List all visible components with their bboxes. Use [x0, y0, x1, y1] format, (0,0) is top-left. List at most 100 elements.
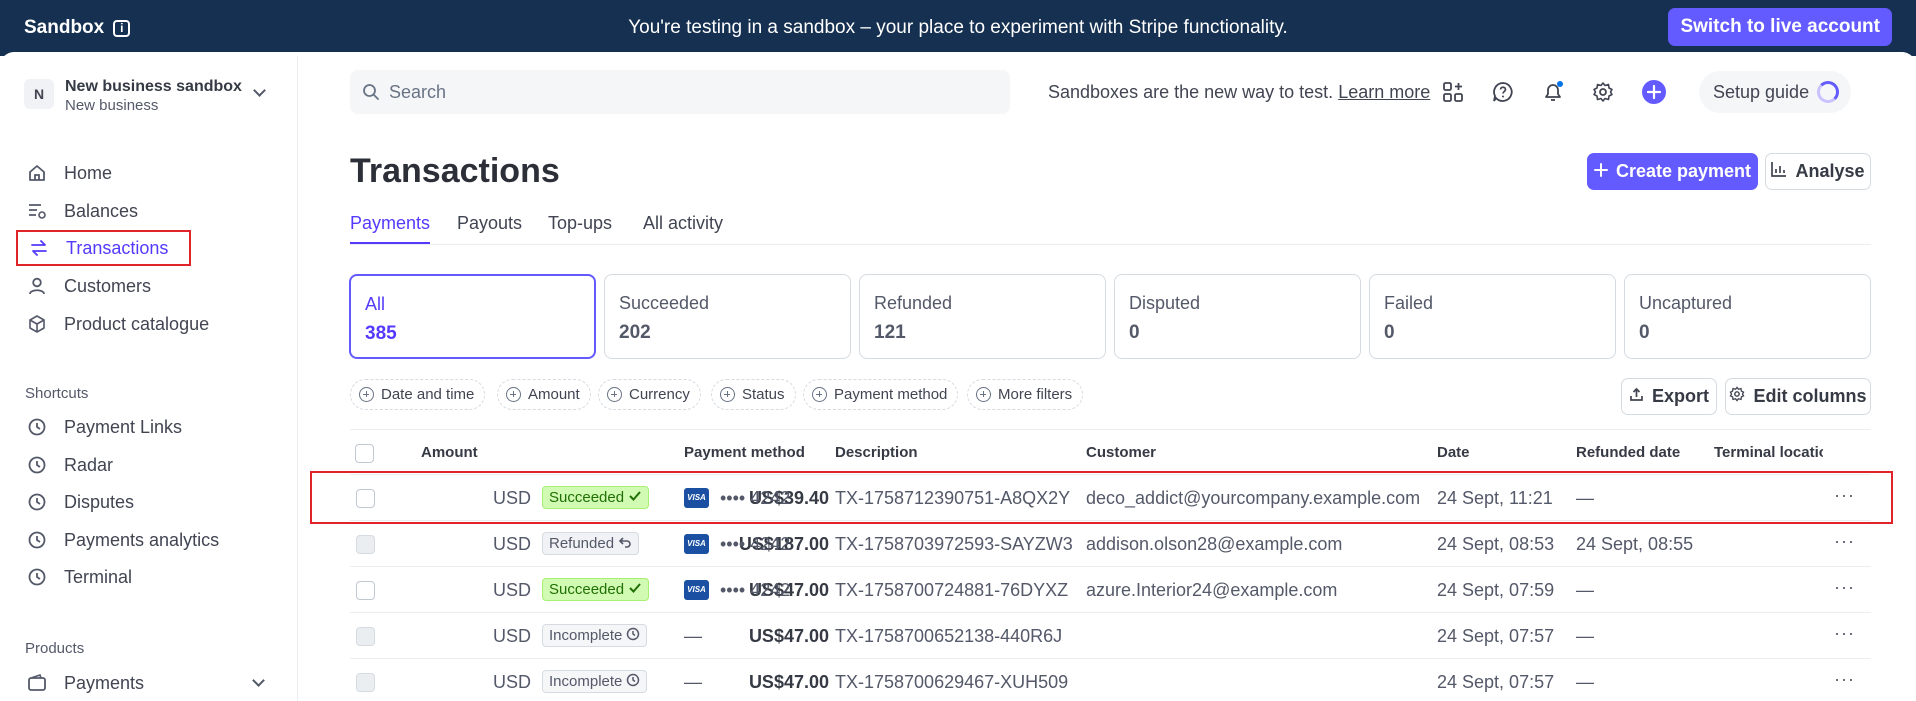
customer[interactable]: azure.Interior24@example.com	[1086, 580, 1337, 601]
notifications-icon[interactable]	[1540, 79, 1566, 105]
filter-currency[interactable]: Currency	[598, 379, 701, 410]
product-payments[interactable]: Payments	[26, 667, 271, 699]
status-badge: Incomplete	[542, 624, 648, 647]
tab-payments[interactable]: Payments	[350, 213, 431, 244]
edit-columns-button[interactable]: Edit columns	[1725, 378, 1871, 415]
create-plus-icon[interactable]	[1641, 79, 1667, 105]
create-payment-button[interactable]: Create payment	[1587, 153, 1758, 190]
account-switcher[interactable]: N New business sandbox New business	[24, 74, 274, 122]
tab-top-ups[interactable]: Top-ups	[548, 213, 612, 244]
status-card-disputed[interactable]: Disputed 0	[1114, 274, 1361, 359]
shortcut-payments-analytics[interactable]: Payments analytics	[26, 524, 219, 556]
clock-icon	[626, 673, 640, 691]
filter-label: More filters	[998, 386, 1073, 403]
export-icon	[1629, 386, 1644, 407]
column-payment-method[interactable]: Payment method	[684, 444, 805, 461]
status-card-count: 0	[1129, 322, 1140, 343]
column-refunded-date[interactable]: Refunded date	[1576, 444, 1680, 461]
select-all-checkbox[interactable]	[355, 444, 374, 463]
search-input[interactable]: Search	[350, 70, 1010, 114]
wallet-icon	[26, 672, 48, 694]
status-card-count: 121	[874, 322, 906, 343]
status-card-uncaptured[interactable]: Uncaptured 0	[1624, 274, 1871, 359]
column-description[interactable]: Description	[835, 444, 918, 461]
setup-guide-label: Setup guide	[1713, 82, 1810, 102]
filter-amount[interactable]: Amount	[497, 379, 591, 410]
clock-icon	[626, 627, 640, 645]
filter-status[interactable]: Status	[711, 379, 796, 410]
row-checkbox[interactable]	[356, 535, 375, 554]
filter-label: Status	[742, 386, 785, 403]
sidebar-item-customers[interactable]: Customers	[26, 270, 151, 302]
sidebar-item-home[interactable]: Home	[26, 157, 112, 189]
clock-icon	[26, 529, 48, 551]
status-card-all[interactable]: All 385	[349, 274, 596, 359]
table-row[interactable]: US$47.00 USD Incomplete — TX-17587006521…	[350, 612, 1871, 658]
status-card-failed[interactable]: Failed 0	[1369, 274, 1616, 359]
sidebar-item-transactions[interactable]: Transactions	[16, 230, 191, 266]
status-card-count: 202	[619, 322, 651, 343]
row-more-icon[interactable]: ···	[1834, 669, 1855, 690]
shortcut-radar[interactable]: Radar	[26, 449, 113, 481]
tab-payouts[interactable]: Payouts	[457, 213, 522, 244]
refunded-date: —	[1576, 626, 1594, 646]
shortcut-payment-links[interactable]: Payment Links	[26, 411, 182, 443]
export-button[interactable]: Export	[1621, 378, 1717, 415]
status-badge: Refunded	[542, 532, 640, 555]
row-checkbox[interactable]	[356, 581, 375, 600]
table-row[interactable]: US$47.00 USD Incomplete — TX-17587006294…	[350, 658, 1871, 701]
sidebar-item-product-catalogue[interactable]: Product catalogue	[26, 308, 209, 340]
sidebar-item-label: Balances	[64, 200, 139, 221]
apps-icon[interactable]	[1440, 79, 1466, 105]
chevron-down-icon	[253, 84, 266, 97]
add-circle-icon	[607, 387, 622, 402]
currency: USD	[493, 580, 532, 600]
date: 24 Sept, 07:59	[1437, 580, 1555, 600]
balances-icon	[26, 200, 48, 222]
clock-icon	[26, 416, 48, 438]
settings-gear-icon[interactable]	[1590, 79, 1616, 105]
currency: USD	[493, 626, 532, 646]
sidebar-item-balances[interactable]: Balances	[26, 195, 138, 227]
customer[interactable]: addison.olson28@example.com	[1086, 534, 1342, 555]
learn-more-link[interactable]: Learn more	[1338, 82, 1430, 102]
column-amount[interactable]: Amount	[421, 444, 478, 461]
status-label: Refunded	[549, 535, 615, 552]
status-badge: Succeeded	[542, 578, 650, 601]
date: 24 Sept, 07:57	[1437, 672, 1555, 692]
table-row[interactable]: US$47.00 USD Succeeded VISA •••• 4242 TX…	[350, 566, 1871, 612]
table-row[interactable]: US$187.00 USD Refunded VISA •••• 4242 TX…	[350, 520, 1871, 566]
status-card-succeeded[interactable]: Succeeded 202	[604, 274, 851, 359]
account-subtitle: New business	[65, 97, 159, 114]
help-icon[interactable]	[1490, 79, 1516, 105]
chevron-down-icon	[252, 674, 265, 687]
analyse-button[interactable]: Analyse	[1765, 153, 1871, 190]
row-more-icon[interactable]: ···	[1834, 577, 1855, 598]
gear-icon	[1729, 386, 1745, 407]
row-checkbox[interactable]	[356, 673, 375, 692]
column-date[interactable]: Date	[1437, 444, 1470, 461]
shortcut-terminal[interactable]: Terminal	[26, 561, 132, 593]
status-card-label: Disputed	[1129, 293, 1201, 313]
status-card-label: Failed	[1384, 293, 1434, 313]
status-card-refunded[interactable]: Refunded 121	[859, 274, 1106, 359]
column-terminal-location[interactable]: Terminal locatio	[1714, 444, 1823, 461]
filter-payment-method[interactable]: Payment method	[803, 379, 959, 410]
filter-more-filters[interactable]: More filters	[967, 379, 1084, 410]
sidebar-item-label: Disputes	[64, 491, 135, 512]
shortcut-disputes[interactable]: Disputes	[26, 486, 134, 518]
visa-card-icon: VISA	[684, 534, 709, 554]
search-icon	[362, 83, 380, 106]
column-customer[interactable]: Customer	[1086, 444, 1156, 461]
amount: US$47.00	[748, 672, 829, 692]
switch-live-button[interactable]: Switch to live account	[1668, 8, 1892, 46]
sidebar: N New business sandbox New business Home…	[0, 56, 298, 701]
row-checkbox[interactable]	[356, 627, 375, 646]
row-more-icon[interactable]: ···	[1834, 531, 1855, 552]
filter-date-and-time[interactable]: Date and time	[350, 379, 486, 410]
page-title: Transactions	[350, 152, 560, 190]
setup-guide-button[interactable]: Setup guide	[1699, 71, 1851, 113]
export-label: Export	[1651, 386, 1709, 406]
row-more-icon[interactable]: ···	[1834, 623, 1855, 644]
tab-all-activity[interactable]: All activity	[643, 213, 723, 244]
